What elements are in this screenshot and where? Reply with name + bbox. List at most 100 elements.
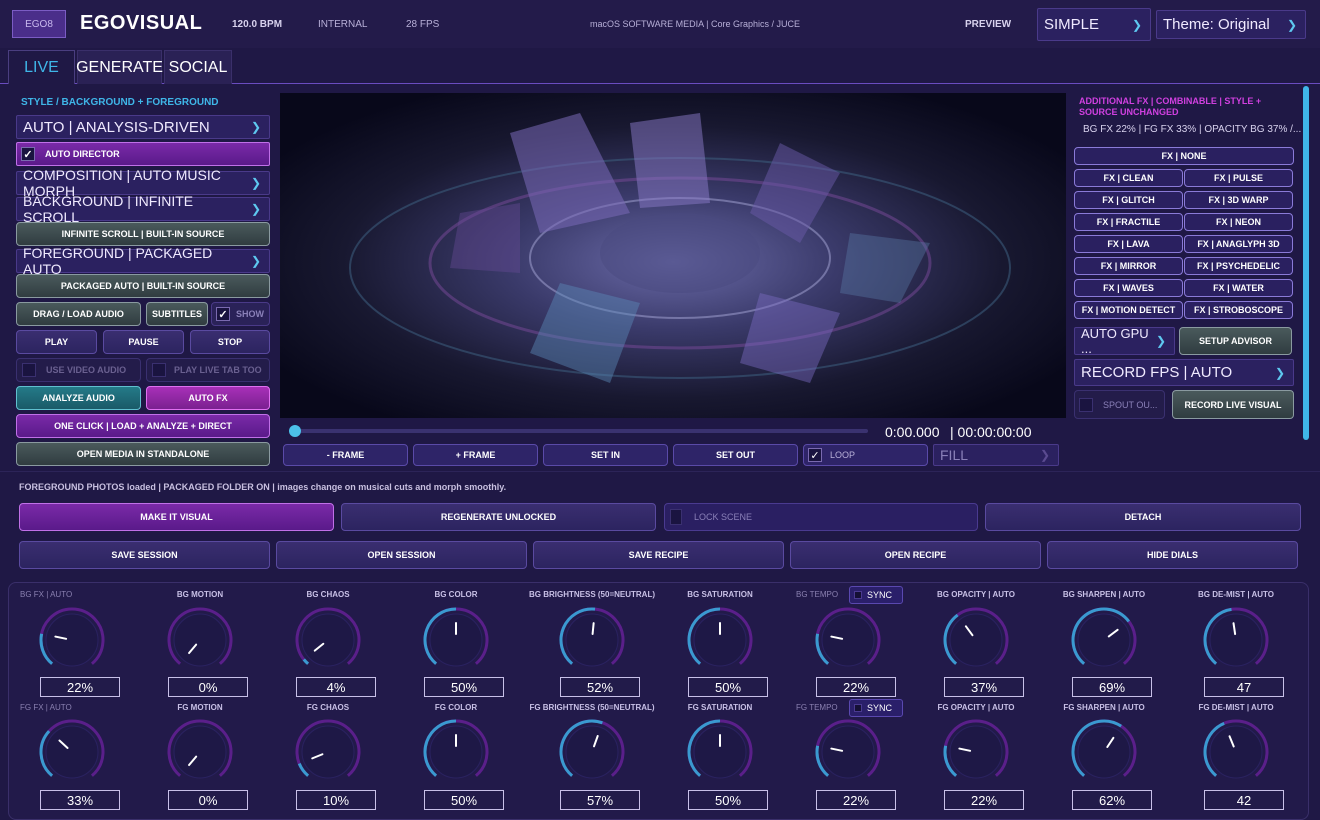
record-fps-select[interactable]: RECORD FPS | AUTO ❯ (1074, 359, 1294, 386)
fx-button-mirror[interactable]: FX | MIRROR (1074, 257, 1183, 275)
set-in-button[interactable]: SET IN (543, 444, 668, 466)
style-select[interactable]: AUTO | ANALYSIS-DRIVEN ❯ (16, 115, 270, 139)
show-subtitles-toggle[interactable]: ✓ SHOW (211, 302, 270, 326)
knob-dial[interactable] (685, 717, 755, 787)
knob-dial[interactable] (941, 605, 1011, 675)
knob-dial[interactable] (941, 717, 1011, 787)
foreground-select[interactable]: FOREGROUND | PACKAGED AUTO ❯ (16, 245, 270, 277)
dial-value[interactable]: 42 (1204, 790, 1284, 810)
use-video-audio-toggle[interactable]: USE VIDEO AUDIO (16, 358, 141, 382)
fit-select[interactable]: FILL ❯ (933, 444, 1059, 466)
knob-dial[interactable] (293, 717, 363, 787)
make-it-visual-button[interactable]: MAKE IT VISUAL (19, 503, 334, 531)
knob-dial[interactable] (293, 605, 363, 675)
save-session-button[interactable]: SAVE SESSION (19, 541, 270, 569)
open-session-button[interactable]: OPEN SESSION (276, 541, 527, 569)
knob-dial[interactable] (813, 717, 883, 787)
bg-source-button[interactable]: INFINITE SCROLL | BUILT-IN SOURCE (16, 222, 270, 246)
dial-value[interactable]: 22% (816, 677, 896, 697)
save-recipe-button[interactable]: SAVE RECIPE (533, 541, 784, 569)
right-panel-scrollbar[interactable] (1303, 86, 1309, 440)
mode-select[interactable]: SIMPLE ❯ (1037, 8, 1151, 41)
loop-toggle[interactable]: ✓ LOOP (803, 444, 928, 466)
sync-toggle[interactable]: SYNC (849, 699, 904, 717)
fx-button-pulse[interactable]: FX | PULSE (1184, 169, 1293, 187)
dial-value[interactable]: 50% (688, 790, 768, 810)
fg-source-button[interactable]: PACKAGED AUTO | BUILT-IN SOURCE (16, 274, 270, 298)
sync-toggle[interactable]: SYNC (849, 586, 904, 604)
play-live-tab-toggle[interactable]: PLAY LIVE TAB TOO (146, 358, 270, 382)
one-click-button[interactable]: ONE CLICK | LOAD + ANALYZE + DIRECT (16, 414, 270, 438)
dial-value[interactable]: 50% (424, 677, 504, 697)
open-recipe-button[interactable]: OPEN RECIPE (790, 541, 1041, 569)
stop-button[interactable]: STOP (190, 330, 270, 354)
fx-button-glitch[interactable]: FX | GLITCH (1074, 191, 1183, 209)
dial-value[interactable]: 0% (168, 677, 248, 697)
knob-dial[interactable] (37, 605, 107, 675)
fx-button-anaglyph-3d[interactable]: FX | ANAGLYPH 3D (1184, 235, 1293, 253)
dial-value[interactable]: 47 (1204, 677, 1284, 697)
auto-director-toggle[interactable]: ✓ AUTO DIRECTOR (16, 142, 270, 166)
dial-value[interactable]: 57% (560, 790, 640, 810)
fx-button-waves[interactable]: FX | WAVES (1074, 279, 1183, 297)
timeline-track[interactable] (290, 429, 868, 433)
minus-frame-button[interactable]: - FRAME (283, 444, 408, 466)
knob-dial[interactable] (557, 605, 627, 675)
analyze-audio-button[interactable]: ANALYZE AUDIO (16, 386, 141, 410)
tab-live[interactable]: LIVE (8, 50, 75, 84)
spout-output-toggle[interactable]: SPOUT OU... (1074, 390, 1165, 419)
knob-dial[interactable] (1201, 717, 1271, 787)
dial-value[interactable]: 37% (944, 677, 1024, 697)
dial-value[interactable]: 22% (40, 677, 120, 697)
hide-dials-button[interactable]: HIDE DIALS (1047, 541, 1298, 569)
fx-button-stroboscope[interactable]: FX | STROBOSCOPE (1184, 301, 1293, 319)
lock-scene-toggle[interactable]: LOCK SCENE (664, 503, 978, 531)
dial-value[interactable]: 50% (688, 677, 768, 697)
composition-select[interactable]: COMPOSITION | AUTO MUSIC MORPH ❯ (16, 167, 270, 199)
record-live-button[interactable]: RECORD LIVE VISUAL (1172, 390, 1294, 419)
regenerate-button[interactable]: REGENERATE UNLOCKED (341, 503, 656, 531)
knob-dial[interactable] (421, 717, 491, 787)
gpu-select[interactable]: AUTO GPU ... ❯ (1074, 326, 1175, 356)
fx-button-psychedelic[interactable]: FX | PSYCHEDELIC (1184, 257, 1293, 275)
dial-value[interactable]: 50% (424, 790, 504, 810)
dial-value[interactable]: 33% (40, 790, 120, 810)
knob-dial[interactable] (165, 605, 235, 675)
timeline-playhead[interactable] (289, 425, 301, 437)
dial-value[interactable]: 62% (1072, 790, 1152, 810)
fx-button-fractile[interactable]: FX | FRACTILE (1074, 213, 1183, 231)
dial-value[interactable]: 10% (296, 790, 376, 810)
background-select[interactable]: BACKGROUND | INFINITE SCROLL ❯ (16, 193, 270, 225)
knob-dial[interactable] (421, 605, 491, 675)
fx-button-3d-warp[interactable]: FX | 3D WARP (1184, 191, 1293, 209)
fx-button-motion-detect[interactable]: FX | MOTION DETECT (1074, 301, 1183, 319)
set-out-button[interactable]: SET OUT (673, 444, 798, 466)
fx-none-button[interactable]: FX | NONE (1074, 147, 1294, 165)
fx-button-clean[interactable]: FX | CLEAN (1074, 169, 1183, 187)
subtitles-button[interactable]: SUBTITLES (146, 302, 208, 326)
detach-button[interactable]: DETACH (985, 503, 1301, 531)
knob-dial[interactable] (37, 717, 107, 787)
pause-button[interactable]: PAUSE (103, 330, 184, 354)
knob-dial[interactable] (1201, 605, 1271, 675)
open-standalone-button[interactable]: OPEN MEDIA IN STANDALONE (16, 442, 270, 466)
theme-select[interactable]: Theme: Original ❯ (1156, 10, 1306, 39)
dial-value[interactable]: 69% (1072, 677, 1152, 697)
dial-value[interactable]: 22% (816, 790, 896, 810)
knob-dial[interactable] (1069, 605, 1139, 675)
setup-advisor-button[interactable]: SETUP ADVISOR (1179, 327, 1292, 355)
dial-value[interactable]: 0% (168, 790, 248, 810)
knob-dial[interactable] (165, 717, 235, 787)
knob-dial[interactable] (1069, 717, 1139, 787)
knob-dial[interactable] (813, 605, 883, 675)
visual-preview[interactable] (280, 93, 1066, 418)
drag-load-audio-button[interactable]: DRAG / LOAD AUDIO (16, 302, 141, 326)
tab-social[interactable]: SOCIAL (164, 50, 232, 84)
knob-dial[interactable] (685, 605, 755, 675)
dial-value[interactable]: 22% (944, 790, 1024, 810)
fx-button-water[interactable]: FX | WATER (1184, 279, 1293, 297)
auto-fx-button[interactable]: AUTO FX (146, 386, 270, 410)
dial-value[interactable]: 4% (296, 677, 376, 697)
dial-value[interactable]: 52% (560, 677, 640, 697)
knob-dial[interactable] (557, 717, 627, 787)
